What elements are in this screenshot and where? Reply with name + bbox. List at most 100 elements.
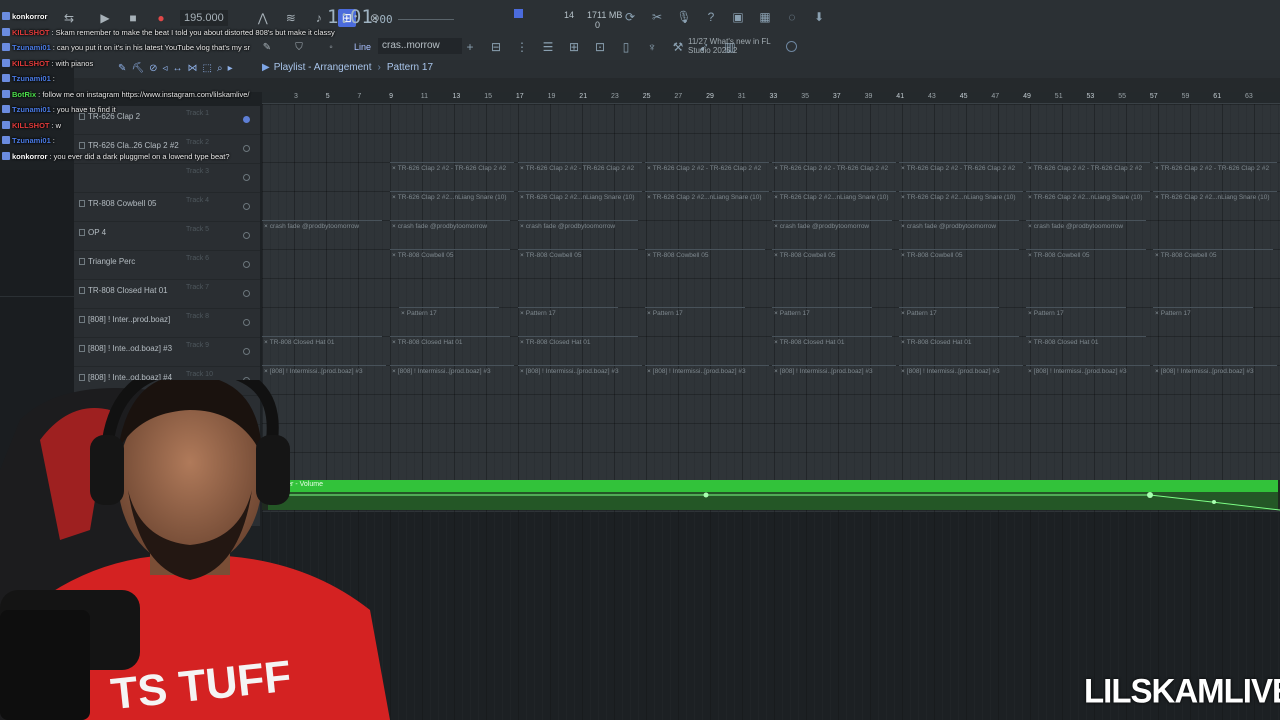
plugin-icon[interactable]: ▯: [619, 40, 633, 54]
automation-point[interactable]: [1212, 500, 1216, 504]
mixer-icon[interactable]: ▦: [758, 10, 772, 24]
clip-close-icon[interactable]: ×: [264, 339, 268, 346]
pencil-icon[interactable]: ✎: [258, 38, 276, 56]
clip-close-icon[interactable]: ×: [520, 165, 524, 172]
playlist-clip[interactable]: × crash fade @prodbytoomorrow: [772, 220, 892, 232]
playlist-pattern[interactable]: Pattern 17: [387, 62, 433, 73]
pattern-selector[interactable]: cras..morrow: [378, 38, 462, 54]
clip-close-icon[interactable]: ×: [901, 252, 905, 259]
mic-icon[interactable]: 🎙: [676, 10, 691, 24]
track-grip-icon[interactable]: [79, 316, 85, 323]
playlist-clip[interactable]: × [808] ! Intermissi..[prod.boaz] #3: [518, 365, 642, 377]
playlist-clip[interactable]: × crash fade @prodbytoomorrow: [390, 220, 510, 232]
master-pitch-slider[interactable]: [398, 19, 454, 20]
clip-close-icon[interactable]: ×: [392, 223, 396, 230]
clip-close-icon[interactable]: ×: [774, 165, 778, 172]
clip-close-icon[interactable]: ×: [901, 194, 905, 201]
clip-close-icon[interactable]: ×: [392, 194, 396, 201]
clip-close-icon[interactable]: ×: [774, 339, 778, 346]
clip-close-icon[interactable]: ×: [774, 368, 778, 375]
save-icon[interactable]: ▣: [731, 10, 745, 24]
refresh-icon[interactable]: ⟳: [623, 10, 637, 24]
chat-icon[interactable]: ◌: [785, 10, 799, 24]
channel-rack-icon[interactable]: ☰: [541, 40, 555, 54]
clip-close-icon[interactable]: ×: [647, 194, 651, 201]
clip-close-icon[interactable]: ×: [264, 223, 268, 230]
playlist-clip[interactable]: × Pattern 17: [772, 307, 872, 319]
arrow-icon[interactable]: ◦: [322, 38, 340, 56]
automation-point[interactable]: [703, 492, 709, 498]
playlist-clip[interactable]: × Pattern 17: [1153, 307, 1253, 319]
playlist-clip[interactable]: × TR-808 Closed Hat 01: [899, 336, 1019, 348]
clip-close-icon[interactable]: ×: [1028, 194, 1032, 201]
browser-icon[interactable]: ⊡: [593, 40, 607, 54]
clip-close-icon[interactable]: ×: [774, 194, 778, 201]
playlist-clip[interactable]: × [808] ! Intermissi..[prod.boaz] #3: [390, 365, 514, 377]
playlist-clip[interactable]: × TR-626 Clap 2 #2 - TR-626 Clap 2 #2: [899, 162, 1023, 174]
playlist-clip[interactable]: × TR-808 Cowbell 05: [1153, 249, 1273, 261]
clip-close-icon[interactable]: ×: [1028, 223, 1032, 230]
playlist-clip[interactable]: × TR-808 Cowbell 05: [390, 249, 510, 261]
playlist-clip[interactable]: × [808] ! Intermissi..[prod.boaz] #3: [262, 365, 386, 377]
clip-close-icon[interactable]: ×: [647, 368, 651, 375]
playlist-clip[interactable]: × TR-626 Clap 2 #2 - TR-626 Clap 2 #2: [1153, 162, 1277, 174]
playlist-icon[interactable]: ⊟: [489, 40, 503, 54]
track-mute-toggle[interactable]: [243, 290, 250, 297]
clip-close-icon[interactable]: ×: [774, 310, 778, 317]
playlist-clip[interactable]: × TR-626 Clap 2 #2 - TR-626 Clap 2 #2: [772, 162, 896, 174]
playlist-clip[interactable]: × TR-808 Cowbell 05: [899, 249, 1019, 261]
clip-close-icon[interactable]: ×: [520, 223, 524, 230]
clip-close-icon[interactable]: ×: [392, 252, 396, 259]
playlist-clip[interactable]: × TR-626 Clap 2 #2...nLiang Snare (10): [772, 191, 896, 203]
track-header[interactable]: Triangle Perc Track 6: [74, 251, 260, 280]
track-grip-icon[interactable]: [79, 229, 85, 236]
globe-icon[interactable]: [786, 41, 797, 52]
playlist-clip[interactable]: × TR-626 Clap 2 #2 - TR-626 Clap 2 #2: [518, 162, 642, 174]
playlist-clip[interactable]: × TR-808 Closed Hat 01: [518, 336, 638, 348]
playlist-clip[interactable]: × crash fade @prodbytoomorrow: [1026, 220, 1146, 232]
mixer-window-icon[interactable]: ⊞: [567, 40, 581, 54]
clip-close-icon[interactable]: ×: [1028, 165, 1032, 172]
clip-close-icon[interactable]: ×: [901, 339, 905, 346]
add-icon[interactable]: +: [463, 40, 477, 54]
track-header[interactable]: TR-808 Closed Hat 01 Track 7: [74, 280, 260, 309]
playlist-clip[interactable]: × crash fade @prodbytoomorrow: [899, 220, 1019, 232]
clip-close-icon[interactable]: ×: [901, 368, 905, 375]
playlist-clip[interactable]: × crash fade @prodbytoomorrow: [262, 220, 382, 232]
clip-close-icon[interactable]: ×: [901, 310, 905, 317]
track-mute-toggle[interactable]: [243, 232, 250, 239]
cut-icon[interactable]: ✂: [650, 10, 664, 24]
track-mute-toggle[interactable]: [243, 203, 250, 210]
clip-close-icon[interactable]: ×: [1155, 252, 1159, 259]
track-mute-toggle[interactable]: [243, 348, 250, 355]
clip-close-icon[interactable]: ×: [1028, 310, 1032, 317]
playlist-clip[interactable]: × TR-808 Cowbell 05: [518, 249, 638, 261]
clip-close-icon[interactable]: ×: [1155, 165, 1159, 172]
playlist-clip[interactable]: × TR-626 Clap 2 #2...nLiang Snare (10): [899, 191, 1023, 203]
track-header[interactable]: TR-808 Cowbell 05 Track 4: [74, 193, 260, 222]
playlist-clip[interactable]: × TR-626 Clap 2 #2...nLiang Snare (10): [390, 191, 514, 203]
track-grip-icon[interactable]: [79, 200, 85, 207]
clip-close-icon[interactable]: ×: [1028, 368, 1032, 375]
track-grip-icon[interactable]: [79, 258, 85, 265]
step-icon[interactable]: ♪: [310, 9, 328, 27]
playlist-clip[interactable]: × [808] ! Intermissi..[prod.boaz] #3: [645, 365, 769, 377]
playlist-clip[interactable]: × TR-808 Cowbell 05: [1026, 249, 1146, 261]
clip-close-icon[interactable]: ×: [901, 165, 905, 172]
playlist-clip[interactable]: × TR-626 Clap 2 #2 - TR-626 Clap 2 #2: [1026, 162, 1150, 174]
touch-keyboard-icon[interactable]: ♆: [645, 40, 659, 54]
playlist-clip[interactable]: × TR-626 Clap 2 #2...nLiang Snare (10): [1153, 191, 1277, 203]
clip-close-icon[interactable]: ×: [1155, 368, 1159, 375]
clip-close-icon[interactable]: ×: [520, 194, 524, 201]
clip-close-icon[interactable]: ×: [647, 165, 651, 172]
clip-close-icon[interactable]: ×: [1028, 252, 1032, 259]
download-icon[interactable]: ⬇: [812, 10, 826, 24]
playlist-clip[interactable]: × Pattern 17: [899, 307, 999, 319]
playlist-clip[interactable]: × TR-808 Closed Hat 01: [772, 336, 892, 348]
playlist-clip[interactable]: × TR-808 Cowbell 05: [772, 249, 892, 261]
automation-point[interactable]: [1147, 492, 1153, 498]
playlist-clip[interactable]: × Pattern 17: [645, 307, 745, 319]
playlist-clip[interactable]: × Pattern 17: [399, 307, 499, 319]
clip-close-icon[interactable]: ×: [647, 252, 651, 259]
track-grip-icon[interactable]: [79, 287, 85, 294]
